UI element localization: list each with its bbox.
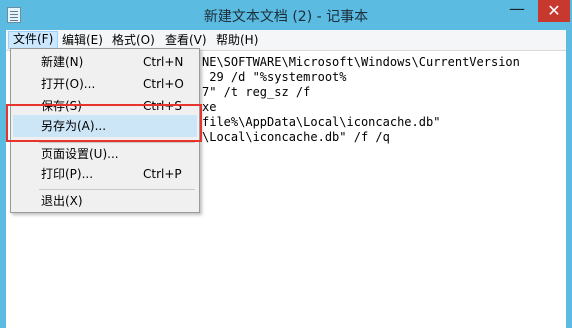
menu-item-shortcut: Ctrl+O — [143, 77, 184, 91]
editor-line: file%\AppData\Local\iconcache.db" — [202, 115, 441, 129]
menu-item-new[interactable]: 新建(N) Ctrl+N — [13, 51, 197, 73]
menu-item-label: 新建(N) — [41, 55, 84, 69]
menu-file[interactable]: 文件(F) — [8, 31, 59, 49]
minimize-button[interactable]: — — [500, 0, 534, 22]
menu-bar: 文件(F) 编辑(E) 格式(O) 查看(V) 帮助(H) — [6, 30, 566, 50]
close-button[interactable]: ✕ — [538, 0, 570, 22]
menu-item-shortcut: Ctrl+N — [143, 55, 184, 69]
menu-item-label: 页面设置(U)... — [41, 147, 119, 161]
editor-line: NE\SOFTWARE\Microsoft\Windows\CurrentVer… — [202, 55, 520, 69]
menu-item-open[interactable]: 打开(O)... Ctrl+O — [13, 73, 197, 95]
window-title: 新建文本文档 (2) - 记事本 — [203, 9, 369, 25]
title-bar: 新建文本文档 (2) - 记事本 — ✕ — [0, 0, 572, 30]
menu-item-exit[interactable]: 退出(X) — [13, 190, 197, 212]
annotation-highlight-box — [6, 104, 202, 142]
editor-line: 7" /t reg_sz /f — [202, 85, 311, 99]
menu-view[interactable]: 查看(V) — [161, 32, 211, 48]
editor-line: \Local\iconcache.db" /f /q — [202, 130, 390, 144]
editor-line: 29 /d "%systemroot% — [202, 70, 347, 84]
menu-item-label: 退出(X) — [41, 194, 83, 208]
menu-item-page-setup[interactable]: 页面设置(U)... — [13, 143, 197, 165]
menu-item-label: 打印(P)... — [41, 167, 94, 181]
menu-format[interactable]: 格式(O) — [108, 32, 159, 48]
menu-help[interactable]: 帮助(H) — [212, 32, 262, 48]
menu-edit[interactable]: 编辑(E) — [58, 32, 107, 48]
menu-item-shortcut: Ctrl+P — [143, 167, 182, 181]
menu-item-label: 打开(O)... — [41, 77, 96, 91]
editor-line: xe — [202, 100, 217, 114]
menu-item-print[interactable]: 打印(P)... Ctrl+P — [13, 163, 197, 185]
